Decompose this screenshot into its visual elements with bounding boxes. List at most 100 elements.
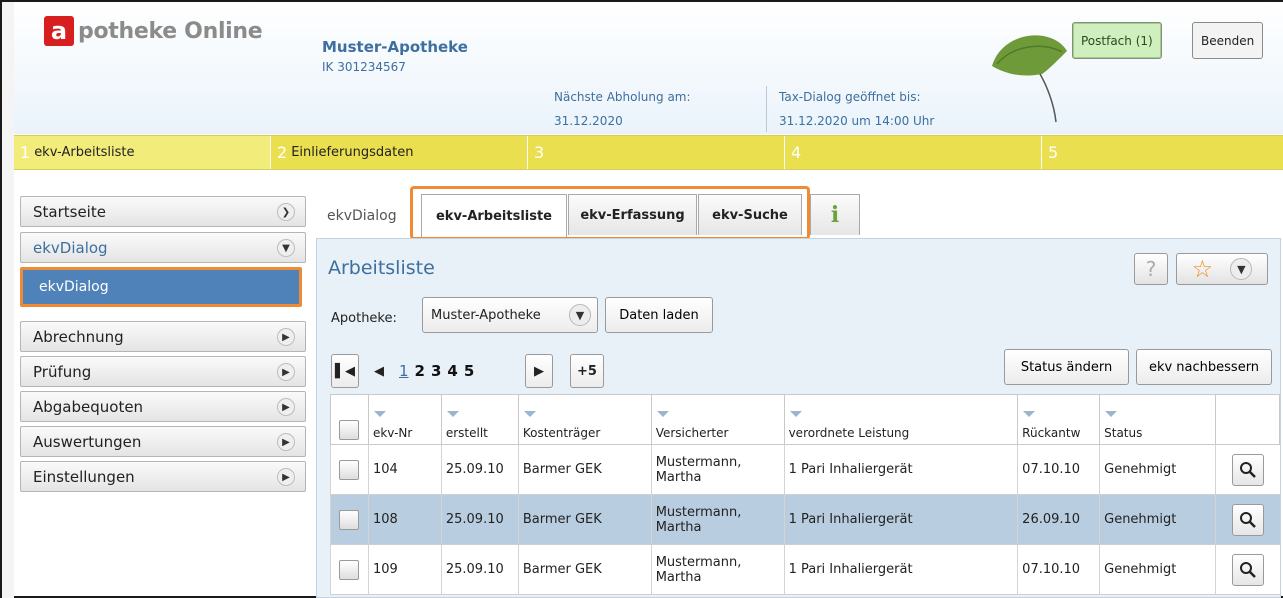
column-header-status[interactable]: Status <box>1099 394 1217 445</box>
sidebar-item-pruefung[interactable]: Prüfung ▶ <box>20 356 306 387</box>
page-3[interactable]: 3 <box>431 362 441 380</box>
column-header-kostentraeger[interactable]: Kostenträger <box>517 394 652 445</box>
sidebar-item-label: Prüfung <box>33 362 92 381</box>
beenden-button[interactable]: Beenden <box>1192 22 1264 59</box>
chevron-down-icon: ▼ <box>569 304 591 326</box>
sidebar-item-einstellungen[interactable]: Einstellungen ▶ <box>20 461 306 492</box>
sidebar-subitem-ekvdialog[interactable]: ekvDialog <box>20 267 302 307</box>
worklist-panel: Arbeitsliste ? ☆ ▼ Apotheke: Muster-Apot… <box>316 238 1281 598</box>
cell-ekv-nr: 108 <box>367 494 442 545</box>
star-icon: ☆ <box>1191 255 1214 283</box>
apotheke-select[interactable]: Muster-Apotheke ▼ <box>422 297 598 333</box>
table-header-row: ekv-Nr erstellt Kostenträger Versicherte… <box>330 394 1280 445</box>
plus5-button[interactable]: +5 <box>570 354 604 388</box>
column-header-leistung[interactable]: verordnete Leistung <box>783 394 1019 445</box>
apotheke-label: Apotheke: <box>331 311 397 326</box>
sort-icon <box>1023 411 1036 417</box>
cell-ekv-nr: 104 <box>367 444 442 495</box>
cell-erstellt: 25.09.10 <box>440 444 519 495</box>
tax-dialog-date: 31.12.2020 um 14:00 Uhr <box>779 114 935 128</box>
column-header-rueckantw[interactable]: Rückantw <box>1017 394 1101 445</box>
cell-versicherter: Mustermann, Martha <box>650 544 785 595</box>
step-1[interactable]: 1 ekv-Arbeitsliste <box>14 136 271 169</box>
page-5[interactable]: 5 <box>464 362 474 380</box>
help-icon[interactable]: ? <box>1134 253 1168 285</box>
sidebar-item-label: ekvDialog <box>33 238 108 257</box>
table-row[interactable]: 104 25.09.10 Barmer GEK Mustermann, Mart… <box>330 444 1280 495</box>
first-page-icon[interactable]: ▌◀ <box>331 354 359 388</box>
cell-kostentraeger: Barmer GEK <box>517 544 652 595</box>
prev-page-icon[interactable]: ◀ <box>365 354 393 388</box>
ginkgo-leaf-icon <box>992 35 1067 123</box>
page-1[interactable]: 1 <box>399 362 409 380</box>
main-content: ekvDialog ekv-Arbeitsliste ekv-Erfassung… <box>314 186 1283 598</box>
step-3[interactable]: 3 <box>528 136 785 169</box>
magnifier-icon[interactable] <box>1231 503 1264 536</box>
step-label: ekv-Arbeitsliste <box>34 145 135 160</box>
chevron-right-icon: ▶ <box>277 328 295 346</box>
chevron-right-icon: ▶ <box>277 363 295 381</box>
tax-dialog-label: Tax-Dialog geöffnet bis: <box>779 90 921 104</box>
status-aendern-button[interactable]: Status ändern <box>1004 349 1129 385</box>
row-checkbox[interactable] <box>339 459 360 480</box>
sidebar-item-abrechnung[interactable]: Abrechnung ▶ <box>20 321 306 352</box>
step-number: 5 <box>1048 143 1059 162</box>
next-page-icon[interactable]: ▶ <box>525 354 553 388</box>
step-number: 1 <box>20 143 31 162</box>
select-all-checkbox[interactable] <box>339 420 360 440</box>
column-header-ekv-nr[interactable]: ekv-Nr <box>367 394 442 445</box>
sort-icon <box>446 411 459 417</box>
favorites-button[interactable]: ☆ ▼ <box>1176 253 1268 285</box>
cell-versicherter: Mustermann, Martha <box>650 444 785 495</box>
cell-rueckantw: 07.10.10 <box>1017 544 1100 595</box>
logo-text: potheke Online <box>78 18 263 44</box>
postfach-button[interactable]: Postfach (1) <box>1072 22 1162 59</box>
chevron-right-icon: ▶ <box>277 468 295 486</box>
sort-icon <box>656 411 669 417</box>
cell-rueckantw: 07.10.10 <box>1017 444 1100 495</box>
cell-erstellt: 25.09.10 <box>440 494 519 545</box>
step-2[interactable]: 2 Einlieferungsdaten <box>271 136 528 169</box>
column-header-versicherter[interactable]: Versicherter <box>650 394 785 445</box>
cell-ekv-nr: 109 <box>367 544 442 595</box>
worklist-table: ekv-Nr erstellt Kostenträger Versicherte… <box>330 394 1280 595</box>
cell-versicherter: Mustermann, Martha <box>650 494 785 545</box>
select-all-header <box>330 394 369 445</box>
cell-leistung: 1 Pari Inhaliergerät <box>783 544 1018 595</box>
pickup-label: Nächste Abholung am: <box>554 90 691 104</box>
table-row[interactable]: 109 25.09.10 Barmer GEK Mustermann, Mart… <box>330 544 1280 595</box>
sidebar-item-auswertungen[interactable]: Auswertungen ▶ <box>20 426 306 457</box>
info-icon[interactable]: i <box>810 194 860 235</box>
cell-leistung: 1 Pari Inhaliergerät <box>783 444 1018 495</box>
table-row[interactable]: 108 25.09.10 Barmer GEK Mustermann, Mart… <box>330 494 1280 545</box>
cell-kostentraeger: Barmer GEK <box>517 494 652 545</box>
page-numbers: 1 2 3 4 5 <box>399 362 474 380</box>
page-2[interactable]: 2 <box>415 362 425 380</box>
step-number: 4 <box>791 143 802 162</box>
magnifier-icon[interactable] <box>1231 453 1264 486</box>
column-header-actions <box>1215 394 1280 445</box>
breadcrumb: ekvDialog <box>327 208 397 224</box>
panel-title: Arbeitsliste <box>328 257 435 279</box>
row-checkbox[interactable] <box>339 509 360 530</box>
page-4[interactable]: 4 <box>447 362 457 380</box>
cell-status: Genehmigt <box>1099 444 1216 495</box>
row-checkbox[interactable] <box>339 559 360 580</box>
magnifier-icon[interactable] <box>1231 553 1264 586</box>
cell-status: Genehmigt <box>1099 544 1216 595</box>
sidebar-item-startseite[interactable]: Startseite ❯ <box>20 196 306 227</box>
pickup-date: 31.12.2020 <box>554 114 623 128</box>
step-label: Einlieferungsdaten <box>291 145 414 160</box>
sidebar-item-label: Abrechnung <box>33 327 124 346</box>
chevron-right-icon: ▶ <box>277 433 295 451</box>
daten-laden-button[interactable]: Daten laden <box>605 297 713 333</box>
ekv-nachbessern-button[interactable]: ekv nachbessern <box>1136 349 1272 385</box>
left-edge <box>2 2 14 598</box>
sidebar-item-abgabequoten[interactable]: Abgabequoten ▶ <box>20 391 306 422</box>
sidebar-subitem-label: ekvDialog <box>39 279 109 295</box>
column-header-erstellt[interactable]: erstellt <box>440 394 519 445</box>
step-4[interactable]: 4 <box>785 136 1042 169</box>
step-5[interactable]: 5 <box>1042 136 1283 169</box>
sidebar-item-ekvdialog[interactable]: ekvDialog ▼ <box>20 232 306 263</box>
tab-highlight <box>410 186 810 240</box>
